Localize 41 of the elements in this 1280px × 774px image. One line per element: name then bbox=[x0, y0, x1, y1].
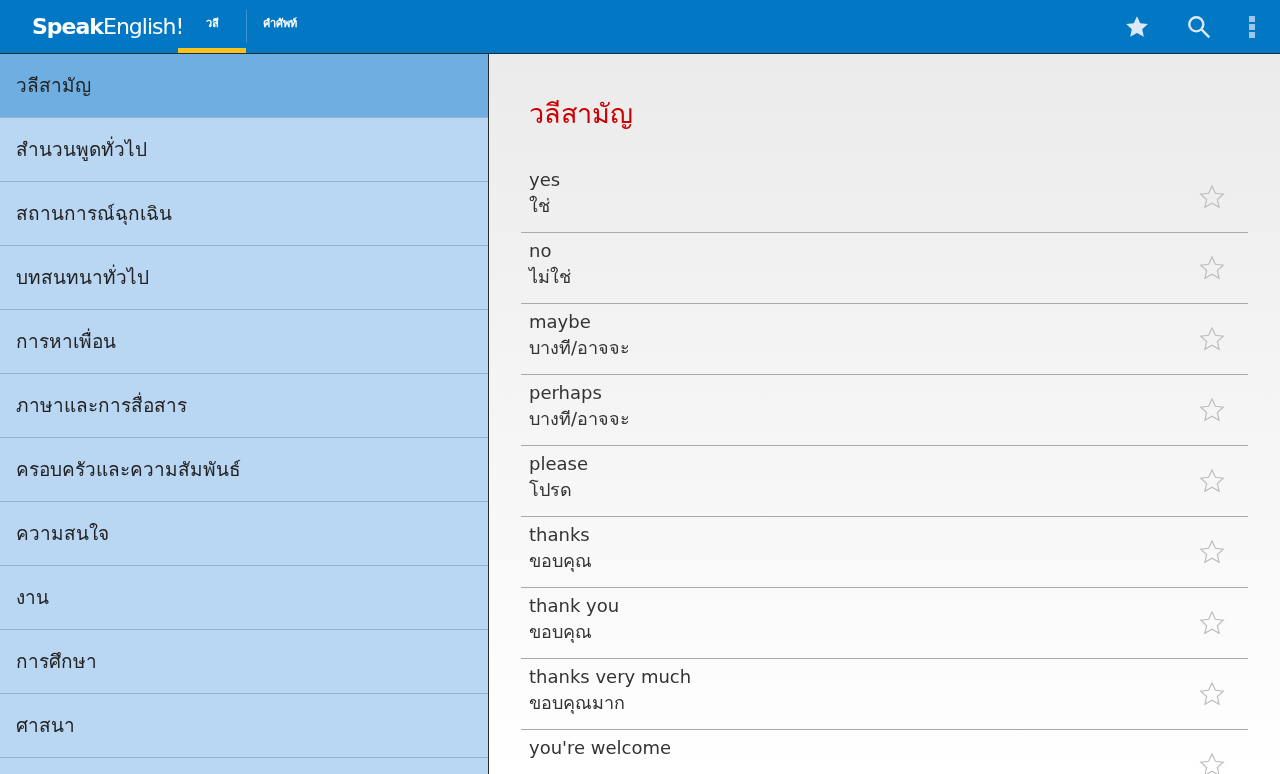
category-item[interactable]: การศึกษา bbox=[0, 630, 488, 694]
phrase-thai: ขอบคุณ bbox=[529, 620, 592, 645]
phrase-english: no bbox=[529, 239, 552, 263]
category-item[interactable]: วลีสามัญ bbox=[0, 54, 488, 118]
category-item[interactable]: การหาเพื่อน bbox=[0, 310, 488, 374]
category-item[interactable]: งาน bbox=[0, 566, 488, 630]
phrase-thai: บางที/อาจจะ bbox=[529, 407, 631, 431]
phrase-english: thanks bbox=[529, 523, 590, 547]
phrase-english: thanks very much bbox=[529, 665, 692, 689]
search-icon[interactable] bbox=[1186, 13, 1212, 40]
category-item[interactable]: สถานการณ์ฉุกเฉิน bbox=[0, 182, 488, 246]
phrase-thai: ขอบคุณมาก bbox=[529, 691, 625, 716]
phrase-english: perhaps bbox=[529, 381, 602, 405]
category-item[interactable]: บทสนทนาทั่วไป bbox=[0, 246, 488, 310]
star-icon[interactable] bbox=[1198, 183, 1226, 211]
phrase-english: yes bbox=[529, 168, 561, 192]
phrase-english: maybe bbox=[529, 310, 591, 334]
category-item[interactable]: ความสนใจ bbox=[0, 502, 488, 566]
phrase-thai: โปรด bbox=[529, 478, 572, 502]
phrase-thai: บางที/อาจจะ bbox=[529, 336, 631, 360]
category-item[interactable]: สำนวนพูดทั่วไป bbox=[0, 118, 488, 182]
more-menu-icon[interactable] bbox=[1248, 14, 1256, 39]
phrase-thai: ขอบคุณ bbox=[529, 549, 592, 574]
phrase-english: thank you bbox=[529, 594, 620, 618]
phrase-english: please bbox=[529, 452, 588, 476]
phrase-thai: ไม่ใช่ bbox=[529, 265, 571, 289]
category-item[interactable]: ภาษาและการสื่อสาร bbox=[0, 374, 488, 438]
star-icon[interactable] bbox=[1198, 396, 1226, 424]
star-icon[interactable] bbox=[1198, 325, 1226, 353]
star-icon[interactable] bbox=[1198, 254, 1226, 282]
star-icon[interactable] bbox=[1198, 467, 1226, 495]
star-icon[interactable] bbox=[1198, 751, 1226, 774]
category-item[interactable]: ศาสนา bbox=[0, 694, 488, 758]
star-icon[interactable] bbox=[1198, 609, 1226, 637]
phrase-thai: ใช่ bbox=[529, 194, 550, 218]
category-item[interactable]: ครอบครัวและความสัมพันธ์ bbox=[0, 438, 488, 502]
tab[interactable]: คำศัพท์ bbox=[247, 0, 313, 53]
phrase-english: you're welcome bbox=[529, 736, 672, 760]
star-icon[interactable] bbox=[1198, 538, 1226, 566]
star-icon[interactable] bbox=[1198, 680, 1226, 708]
section-title: วลีสามัญ bbox=[529, 97, 633, 131]
